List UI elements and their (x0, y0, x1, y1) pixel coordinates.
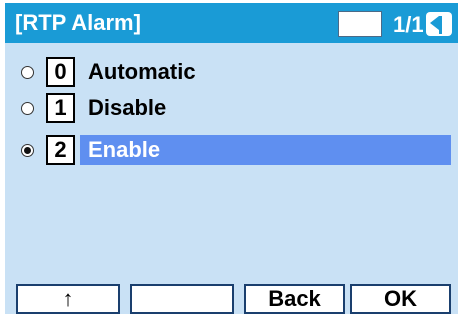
option-number: 2 (46, 135, 75, 165)
radio-button[interactable] (21, 102, 34, 115)
option-label: Disable (88, 95, 167, 120)
softkey-blank[interactable] (130, 284, 234, 314)
option-automatic[interactable]: 0 Automatic (5, 56, 458, 88)
page-indicator: 1/1 (393, 12, 424, 37)
option-number: 0 (46, 57, 75, 87)
up-arrow-icon[interactable] (426, 12, 452, 36)
softkey-up[interactable]: ↑ (16, 284, 120, 314)
option-number: 1 (46, 93, 75, 123)
radio-button-selected[interactable] (21, 144, 34, 157)
phone-screen: [RTP Alarm] 1/1 0 Automatic 1 Disable 2 … (5, 3, 458, 314)
option-label-highlighted: Enable (80, 135, 451, 165)
title-bar: [RTP Alarm] 1/1 (5, 3, 458, 43)
input-indicator-box (338, 11, 382, 37)
option-disable[interactable]: 1 Disable (5, 92, 458, 124)
option-label: Automatic (88, 59, 196, 84)
softkey-back[interactable]: Back (244, 284, 345, 314)
softkey-ok[interactable]: OK (350, 284, 451, 314)
radio-button[interactable] (21, 66, 34, 79)
screen-title: [RTP Alarm] (15, 10, 141, 35)
option-enable[interactable]: 2 Enable (5, 134, 458, 166)
